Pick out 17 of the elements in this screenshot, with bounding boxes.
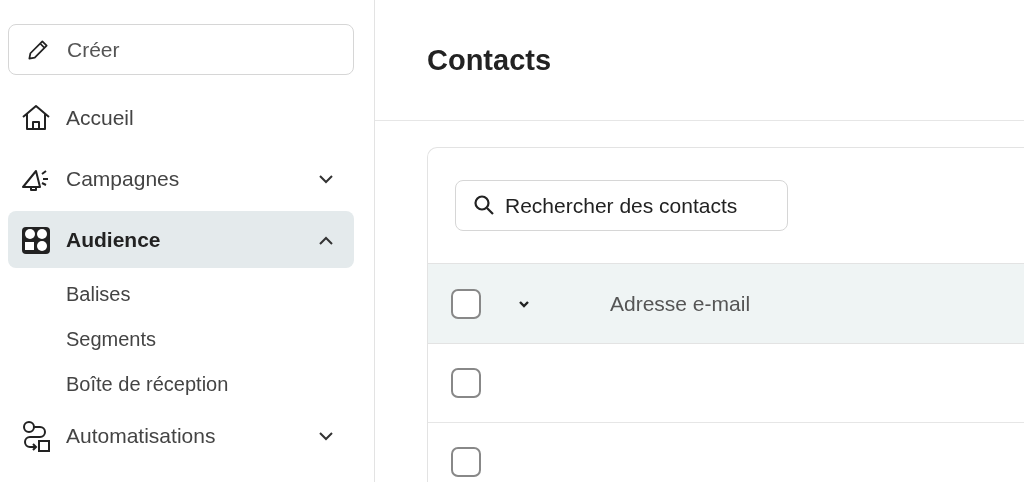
checkbox[interactable]	[451, 447, 481, 477]
create-button[interactable]: Créer	[8, 24, 354, 75]
nav-item[interactable]: Automatisations	[8, 407, 354, 464]
nav-item[interactable]: Campagnes	[8, 150, 354, 207]
page-title: Contacts	[427, 43, 552, 77]
workflow-icon	[20, 419, 52, 452]
search-icon	[473, 194, 495, 216]
column-header: Adresse e-mail	[610, 291, 751, 316]
sub-nav-item[interactable]: Boîte de réception	[8, 362, 354, 407]
sub-nav-item[interactable]: Balises	[8, 272, 354, 317]
checkbox[interactable]	[451, 288, 481, 319]
checkbox[interactable]	[451, 368, 481, 398]
nav-item[interactable]: Accueil	[8, 89, 354, 146]
caret-icon[interactable]	[518, 299, 530, 308]
sub-nav-item[interactable]: Segments	[8, 317, 354, 362]
nav-item[interactable]: Audience	[8, 211, 354, 268]
search-field[interactable]: Rechercher des contacts	[455, 180, 788, 231]
